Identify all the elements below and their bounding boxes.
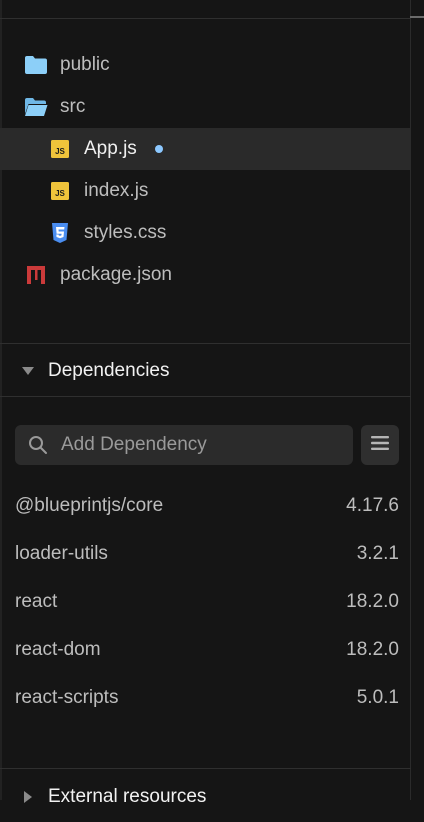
dependency-name: @blueprintjs/core [15,495,164,516]
menu-icon [371,435,389,456]
expand-triangle-icon [20,789,36,805]
modified-indicator [154,145,163,153]
file-name: styles.css [84,222,167,243]
dependency-row[interactable]: loader-utils 3.2.1 [15,530,399,578]
dependency-name: react [15,591,58,612]
dependency-name: react-scripts [15,687,119,708]
collapse-triangle-icon [20,363,36,379]
npm-file-icon [24,263,48,287]
add-dependency-input[interactable]: Add Dependency [15,425,353,465]
css-file-icon [48,221,72,245]
external-resources-header[interactable]: External resources [0,772,410,822]
dependency-row[interactable]: react-scripts 5.0.1 [15,674,399,722]
section-title: Dependencies [48,360,170,381]
search-icon [27,434,49,456]
dependency-version: 3.2.1 [356,543,399,564]
dependency-version: 4.17.6 [346,495,399,516]
file-tree-item-app-js[interactable]: JS App.js [0,128,410,170]
dependency-row[interactable]: react-dom 18.2.0 [15,626,399,674]
dependency-name: loader-utils [15,543,108,564]
divider [0,343,411,344]
dependency-menu-button[interactable] [361,425,399,465]
divider [0,18,411,19]
search-placeholder: Add Dependency [61,434,207,455]
add-dependency-row: Add Dependency [15,425,399,465]
dependencies-header[interactable]: Dependencies [0,346,410,396]
panel-divider[interactable] [410,0,411,800]
editor-tab-edge [410,0,424,18]
divider [0,768,411,769]
dependency-version: 5.0.1 [356,687,399,708]
file-name: src [60,96,86,117]
dependency-name: react-dom [15,639,101,660]
file-name: public [60,54,110,75]
folder-open-icon [24,95,48,119]
dependency-version: 18.2.0 [346,591,399,612]
file-name: index.js [84,180,149,201]
divider [0,396,411,397]
dependency-row[interactable]: @blueprintjs/core 4.17.6 [15,482,399,530]
file-tree-item-public[interactable]: public [0,44,410,86]
svg-text:JS: JS [55,189,65,198]
section-title: External resources [48,786,207,807]
js-file-icon: JS [48,179,72,203]
file-tree-item-index-js[interactable]: JS index.js [0,170,410,212]
js-file-icon: JS [48,137,72,161]
folder-icon [24,53,48,77]
dependency-list: @blueprintjs/core 4.17.6 loader-utils 3.… [15,482,399,722]
file-name: App.js [84,138,137,159]
file-tree: public src JS App.js JS index.js styles.… [0,44,410,296]
file-tree-item-package-json[interactable]: package.json [0,254,410,296]
dependency-version: 18.2.0 [346,639,399,660]
file-tree-item-src[interactable]: src [0,86,410,128]
svg-text:JS: JS [55,147,65,156]
file-tree-item-styles-css[interactable]: styles.css [0,212,410,254]
file-name: package.json [60,264,172,285]
dependency-row[interactable]: react 18.2.0 [15,578,399,626]
